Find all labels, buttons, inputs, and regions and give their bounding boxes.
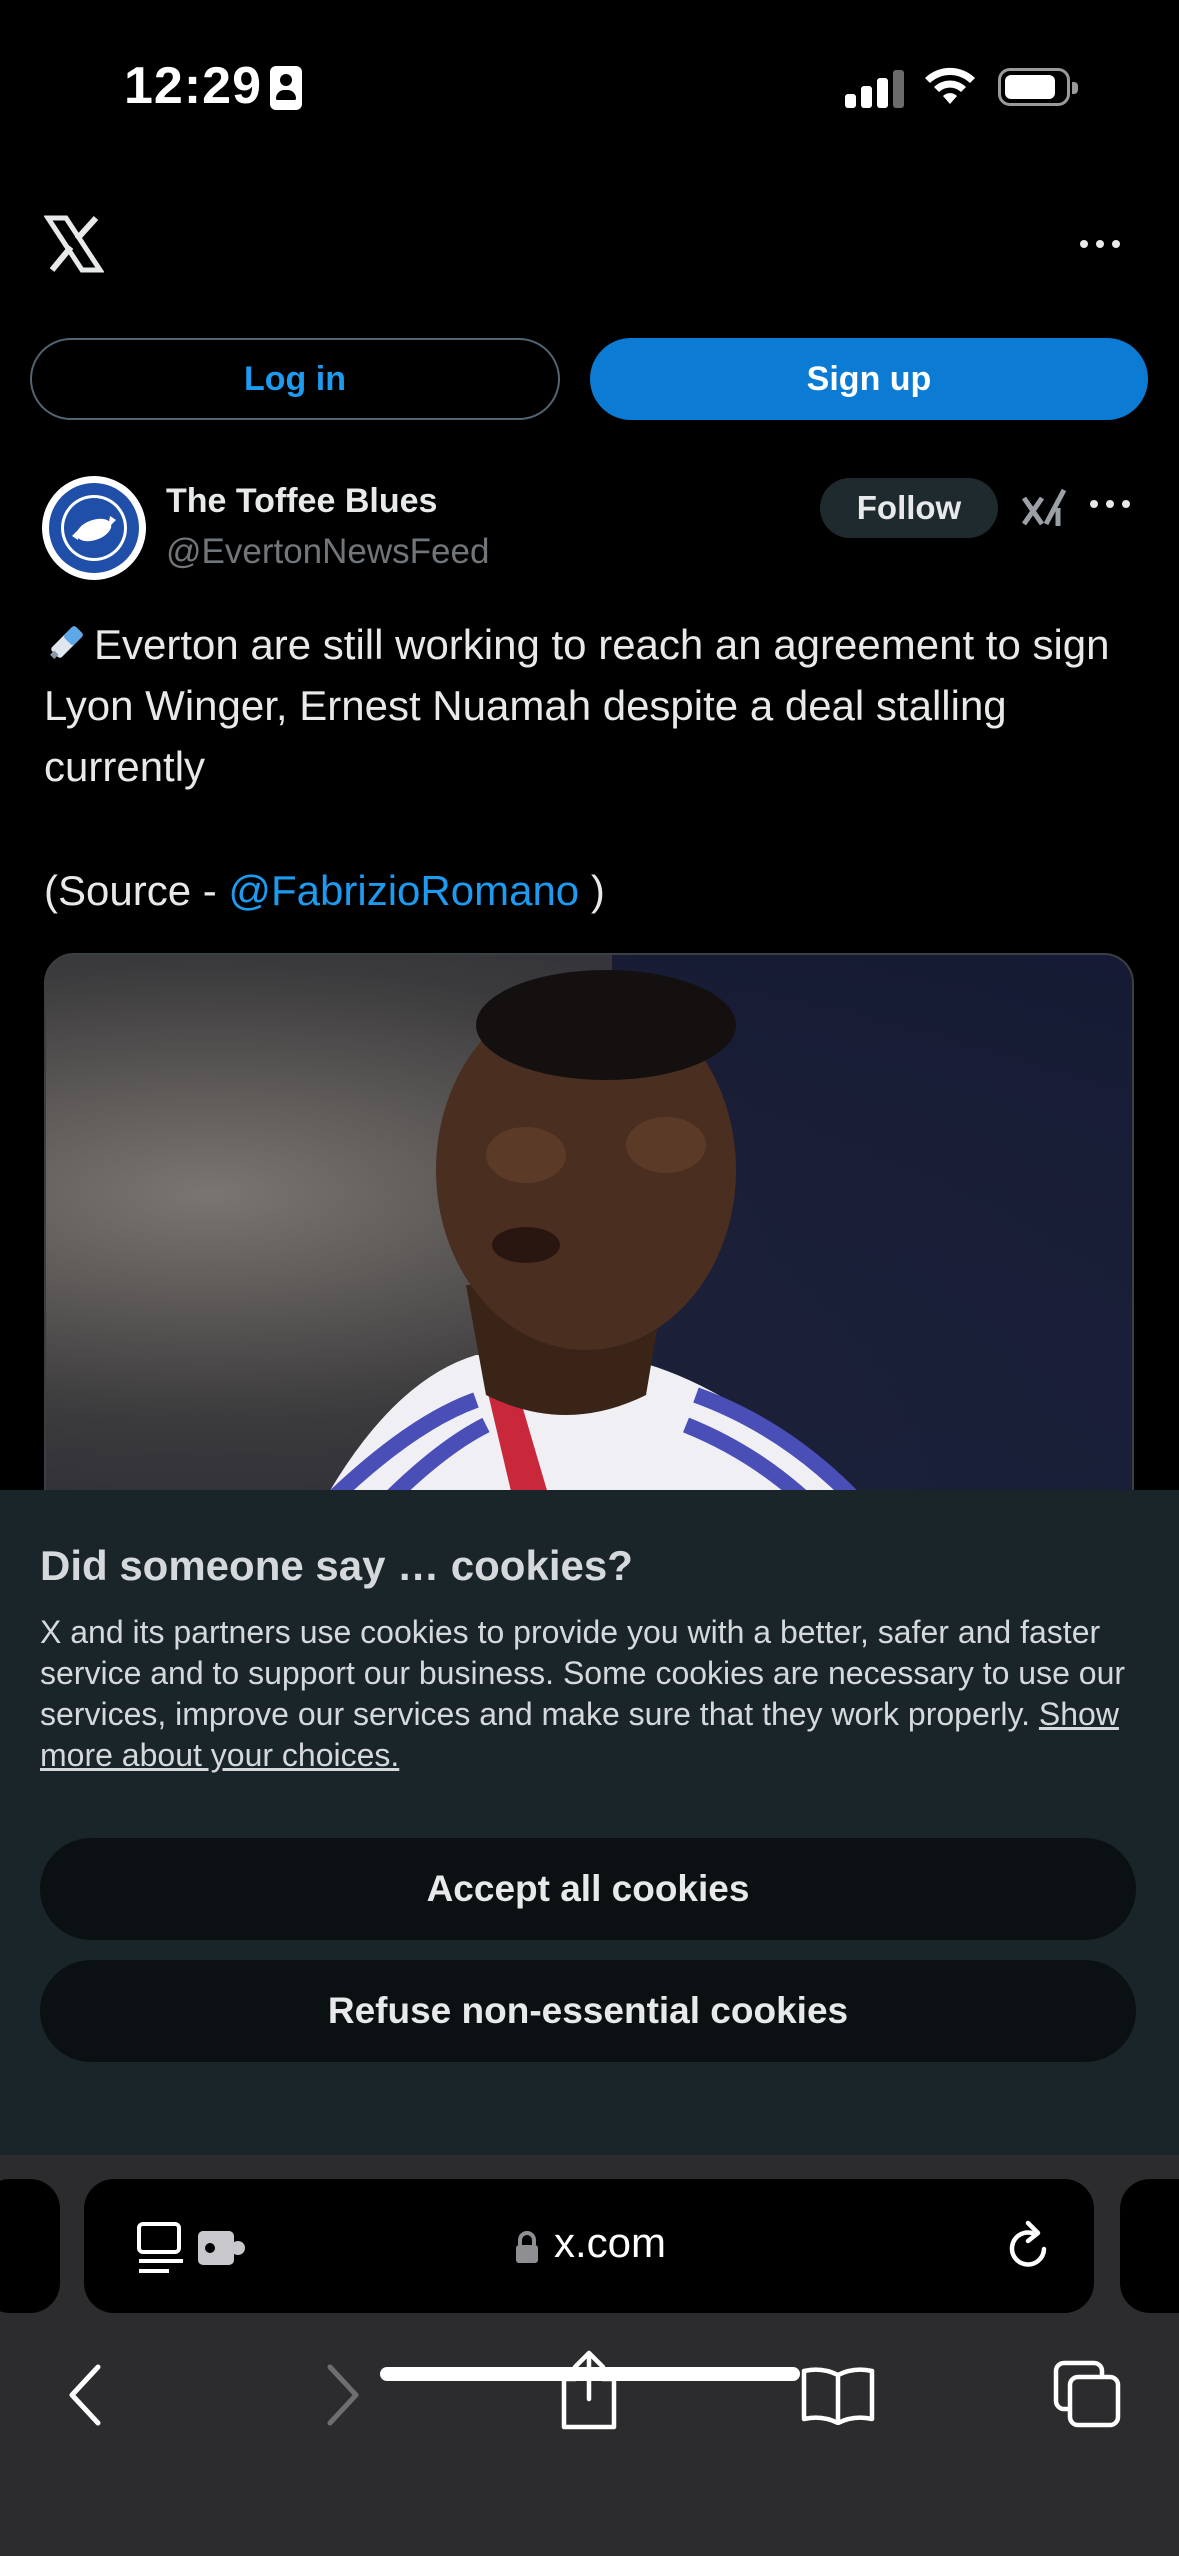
reader-mode-icon[interactable] (136, 2221, 186, 2275)
forward-icon[interactable] (322, 2363, 362, 2427)
refuse-cookies-button[interactable]: Refuse non-essential cookies (40, 1960, 1136, 2062)
url-text[interactable]: x.com (554, 2219, 666, 2267)
more-options-icon[interactable] (1080, 232, 1128, 256)
back-icon[interactable] (66, 2363, 106, 2427)
tweet-text: Everton are still working to reach an ag… (44, 614, 1144, 797)
cookie-consent-sheet: Did someone say … cookies? X and its par… (0, 1490, 1179, 2155)
grok-icon[interactable] (1020, 484, 1068, 532)
previous-tab-peek[interactable] (0, 2179, 60, 2313)
accept-cookies-button[interactable]: Accept all cookies (40, 1838, 1136, 1940)
battery-icon (998, 68, 1078, 106)
status-bar: 12:29 (0, 0, 1179, 175)
share-icon[interactable] (556, 2349, 622, 2431)
wifi-icon (925, 67, 975, 104)
browser-toolbar (0, 2343, 1179, 2453)
tweet-source: (Source - @FabrizioRomano ) (44, 860, 605, 921)
signup-button[interactable]: Sign up (590, 338, 1148, 420)
cellular-signal-icon (845, 68, 905, 108)
player-photo (297, 970, 903, 1551)
lock-icon (516, 2231, 538, 2263)
bookmarks-icon[interactable] (800, 2365, 876, 2425)
browser-chrome: x.com (0, 2155, 1179, 2556)
status-time: 12:29 (124, 57, 262, 115)
mention-link[interactable]: @FabrizioRomano (228, 867, 579, 914)
tabs-icon[interactable] (1052, 2359, 1122, 2429)
syringe-emoji-icon (50, 626, 83, 659)
tweet-media-image[interactable] (44, 953, 1134, 1553)
next-tab-peek[interactable] (1120, 2179, 1179, 2313)
contact-card-icon (270, 66, 302, 110)
display-name[interactable]: The Toffee Blues (166, 482, 437, 521)
source-suffix: ) (579, 867, 605, 914)
address-bar[interactable]: x.com (84, 2179, 1094, 2313)
cookie-title: Did someone say … cookies? (40, 1542, 633, 1589)
tweet-more-icon[interactable] (1090, 500, 1130, 508)
extensions-icon[interactable] (196, 2229, 250, 2267)
user-handle[interactable]: @EvertonNewsFeed (166, 532, 489, 572)
x-logo-icon[interactable] (44, 214, 104, 274)
cookie-body: X and its partners use cookies to provid… (40, 1612, 1150, 1776)
source-prefix: (Source - (44, 867, 229, 914)
login-button[interactable]: Log in (30, 338, 560, 420)
home-indicator[interactable] (380, 2367, 800, 2381)
reload-icon[interactable] (1004, 2219, 1054, 2275)
avatar[interactable] (42, 476, 146, 580)
cookie-body-text: X and its partners use cookies to provid… (40, 1614, 1126, 1732)
follow-button[interactable]: Follow (820, 478, 998, 538)
tweet-body: Everton are still working to reach an ag… (44, 621, 1110, 790)
